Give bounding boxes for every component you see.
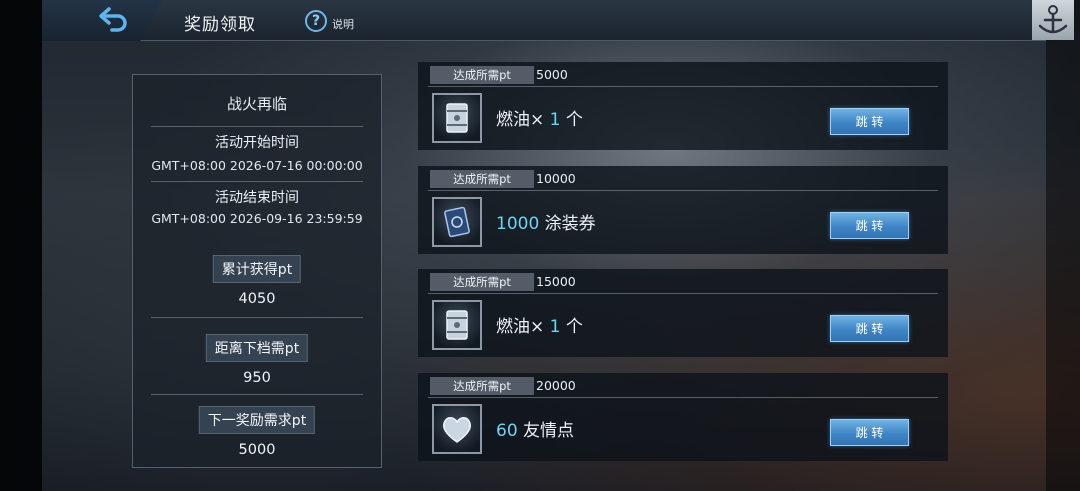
reward-requirement-bar: 达成所需pt 15000 — [418, 269, 948, 294]
reward-suffix: 个 — [560, 110, 583, 130]
page-title: 奖励领取 — [184, 15, 256, 35]
end-time-label: 活动结束时间 — [215, 190, 299, 206]
reward-amount: 1 — [549, 317, 561, 337]
reward-amount: 1000 — [496, 214, 540, 234]
reward-body: 1000 涂装券 跳 转 — [418, 191, 948, 254]
help-label: 说明 — [332, 18, 354, 31]
reward-card: 达成所需pt 15000 燃油× 1 个 跳 转 — [418, 269, 948, 357]
anchor-emblem-icon — [1032, 0, 1074, 40]
reward-card: 达成所需pt 20000 60 友情点 跳 转 — [418, 373, 948, 461]
back-arrow-icon[interactable] — [98, 6, 130, 32]
reward-requirement-bar: 达成所需pt 5000 — [418, 62, 948, 87]
jump-button[interactable]: 跳 转 — [830, 212, 909, 239]
reward-body: 燃油× 1 个 跳 转 — [418, 294, 948, 357]
reward-requirement-bar: 达成所需pt 10000 — [418, 166, 948, 191]
reward-text: 燃油× 1 个 — [496, 312, 583, 337]
left-edge — [0, 0, 42, 491]
question-icon: ? — [305, 10, 327, 32]
requirement-value: 10000 — [536, 171, 576, 186]
reward-suffix: 个 — [560, 317, 583, 337]
jump-button[interactable]: 跳 转 — [830, 108, 909, 135]
requirement-label: 达成所需pt — [430, 377, 534, 395]
fuel-barrel-icon — [432, 300, 482, 350]
reward-card: 达成所需pt 10000 1000 涂装券 跳 转 — [418, 166, 948, 254]
heart-icon — [432, 404, 482, 454]
requirement-label: 达成所需pt — [430, 170, 534, 188]
reward-suffix: 友情点 — [517, 421, 575, 441]
reward-amount: 60 — [496, 421, 518, 441]
fuel-barrel-icon — [432, 93, 482, 143]
reward-body: 60 友情点 跳 转 — [418, 398, 948, 461]
earned-pt-label: 累计获得pt — [212, 255, 302, 283]
help-button[interactable]: ? 说明 — [305, 10, 354, 32]
reward-text: 1000 涂装券 — [496, 209, 596, 234]
event-info-panel: 战火再临 活动开始时间 GMT+08:00 2026-07-16 00:00:0… — [132, 74, 382, 468]
reward-body: 燃油× 1 个 跳 转 — [418, 87, 948, 150]
next-reward-pt-label: 下一奖励需求pt — [198, 406, 316, 434]
requirement-label: 达成所需pt — [430, 273, 534, 291]
paint-coupon-card-icon — [432, 197, 482, 247]
reward-text: 60 友情点 — [496, 416, 574, 441]
reward-text: 燃油× 1 个 — [496, 105, 583, 130]
reward-requirement-bar: 达成所需pt 20000 — [418, 373, 948, 398]
requirement-label: 达成所需pt — [430, 66, 534, 84]
reward-prefix: 燃油× — [496, 317, 550, 337]
start-time-label: 活动开始时间 — [215, 135, 299, 151]
start-time-value: GMT+08:00 2026-07-16 00:00:00 — [151, 158, 363, 173]
divider — [151, 317, 363, 318]
requirement-value: 5000 — [536, 67, 568, 82]
event-name: 战火再临 — [226, 95, 287, 113]
reward-prefix: 燃油× — [496, 110, 550, 130]
requirement-value: 15000 — [536, 274, 576, 289]
requirement-value: 20000 — [536, 378, 576, 393]
to-next-pt-label: 距离下档需pt — [205, 334, 309, 362]
to-next-pt-value: 950 — [243, 370, 271, 386]
end-time-value: GMT+08:00 2026-09-16 23:59:59 — [151, 211, 363, 226]
earned-pt-value: 4050 — [238, 291, 276, 307]
jump-button[interactable]: 跳 转 — [830, 315, 909, 342]
reward-suffix: 涂装券 — [539, 214, 596, 234]
right-edge — [1046, 0, 1080, 491]
jump-button[interactable]: 跳 转 — [830, 419, 909, 446]
divider — [151, 394, 363, 395]
divider — [151, 126, 363, 127]
next-reward-pt-value: 5000 — [238, 442, 276, 458]
divider — [151, 181, 363, 182]
reward-amount: 1 — [549, 110, 561, 130]
reward-card: 达成所需pt 5000 燃油× 1 个 跳 转 — [418, 62, 948, 150]
